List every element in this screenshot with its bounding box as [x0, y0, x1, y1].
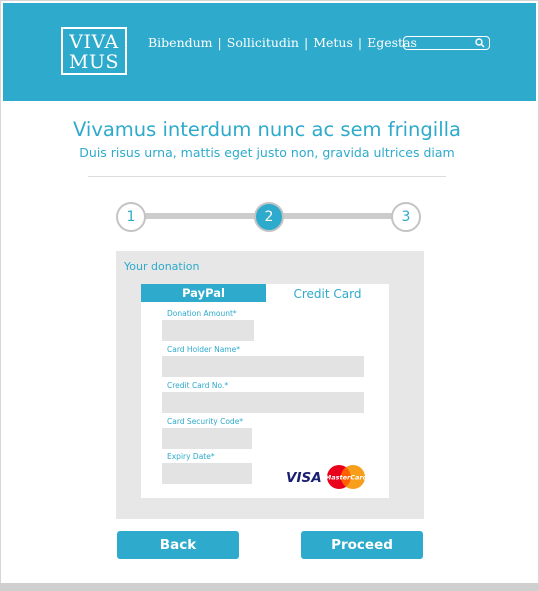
nav-item-bibendum[interactable]: Bibendum: [148, 35, 213, 50]
security-code-field[interactable]: [162, 428, 252, 449]
card-holder-label: Card Holder Name*: [167, 345, 240, 354]
main-nav: Bibendum | Sollicitudin | Metus | Egestas: [148, 35, 417, 50]
site-header: VIVA MUS Bibendum | Sollicitudin | Metus | Ege…: [3, 3, 536, 101]
step-1[interactable]: 1: [116, 202, 146, 232]
card-number-field[interactable]: [162, 392, 364, 413]
donation-panel: Your donation PayPal Credit Card Donatio…: [116, 251, 424, 519]
visa-logo: VISA: [286, 470, 322, 486]
mastercard-logo: MasterCard: [324, 463, 368, 491]
page-title: Vivamus interdum nunc ac sem fringilla: [72, 118, 461, 141]
mastercard-logo-text: MasterCard: [325, 474, 368, 482]
nav-item-sollicitudin[interactable]: Sollicitudin: [227, 35, 299, 50]
donation-amount-label: Donation Amount*: [167, 309, 237, 318]
security-code-label: Card Security Code*: [167, 417, 244, 426]
tab-credit-card[interactable]: Credit Card: [266, 284, 389, 302]
page-subtitle: Duis risus urna, mattis eget justo non, …: [79, 145, 455, 160]
divider: [88, 176, 446, 177]
page-bottom-bar: [0, 583, 539, 591]
logo-line-1: VIVA: [69, 31, 119, 53]
donation-panel-title: Your donation: [124, 260, 200, 273]
site-logo[interactable]: VIVA MUS: [61, 27, 127, 75]
logo-line-2: MUS: [69, 51, 119, 73]
tab-paypal[interactable]: PayPal: [141, 284, 266, 302]
search-icon[interactable]: [475, 38, 485, 48]
search-input[interactable]: [403, 36, 490, 50]
nav-separator: |: [303, 35, 309, 50]
card-number-label: Credit Card No.*: [167, 381, 229, 390]
expiry-date-label: Expiry Date*: [167, 452, 215, 461]
donation-amount-field[interactable]: [162, 320, 254, 341]
step-3[interactable]: 3: [391, 202, 421, 232]
nav-item-metus[interactable]: Metus: [313, 35, 353, 50]
step-2-active[interactable]: 2: [254, 202, 284, 232]
proceed-button[interactable]: Proceed: [301, 531, 423, 559]
visa-logo-text: VISA: [286, 470, 322, 486]
payment-card: PayPal Credit Card Donation Amount* Card…: [141, 284, 389, 498]
expiry-date-field[interactable]: [162, 463, 252, 484]
nav-separator: |: [217, 35, 222, 50]
card-holder-field[interactable]: [162, 356, 364, 377]
back-button[interactable]: Back: [117, 531, 239, 559]
nav-separator: |: [357, 35, 363, 50]
